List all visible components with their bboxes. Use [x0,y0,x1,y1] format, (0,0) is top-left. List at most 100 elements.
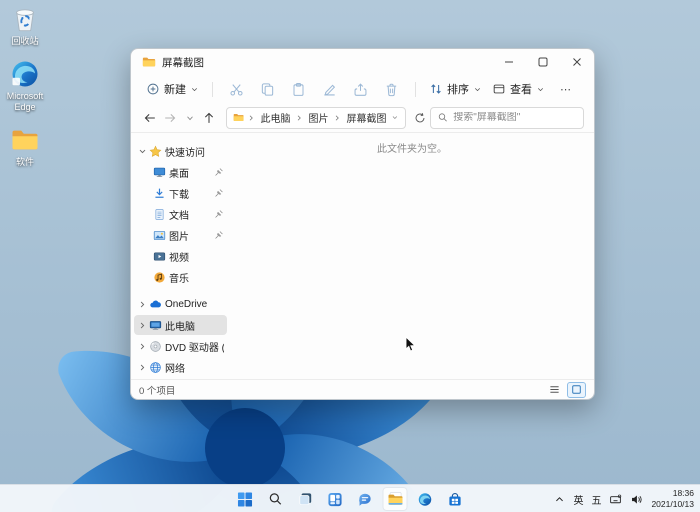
sidebar-item-onedrive[interactable]: OneDrive [134,294,227,314]
taskbar-center-icons [233,487,468,511]
chevron-down-icon [473,85,482,94]
window-body: 快速访问 桌面 下载 文档 [131,133,594,379]
sidebar-item-label: 视频 [169,249,189,264]
sort-arrows-icon [429,82,443,96]
window-controls [492,49,594,75]
recent-locations-button[interactable] [181,107,199,129]
this-pc-icon [149,319,162,332]
pin-icon [214,209,224,219]
search-input[interactable] [453,112,576,123]
task-view-icon[interactable] [293,487,318,511]
details-view-button[interactable] [545,382,564,398]
videos-folder-icon [153,250,166,263]
sidebar-item-label: 快速访问 [165,144,205,159]
copy-icon[interactable] [260,82,275,97]
paste-icon[interactable] [291,82,306,97]
back-button[interactable] [141,107,159,129]
breadcrumb-screenshots[interactable]: 屏幕截图 [344,109,388,126]
close-button[interactable] [560,49,594,75]
chevron-collapsed-icon[interactable] [137,299,148,310]
address-breadcrumb-box[interactable]: 此电脑 图片 屏幕截图 [226,107,406,129]
sidebar-item-network[interactable]: 网络 [134,357,227,377]
ime-mode-indicator[interactable]: 五 [591,492,601,507]
rename-icon[interactable] [322,82,337,97]
sidebar-item-label: 图片 [169,228,189,243]
breadcrumb-separator-icon [295,114,303,122]
edge-icon[interactable] [413,487,438,511]
sidebar-item-documents[interactable]: 文档 [134,204,227,224]
sidebar-item-label: 此电脑 [165,318,195,333]
address-dropdown-icon[interactable] [391,113,399,122]
item-count: 0 个项目 [139,383,175,397]
quick-access-star-icon [149,145,162,158]
desktop-icon-edge[interactable]: Microsoft Edge [2,59,48,112]
maximize-button[interactable] [526,49,560,75]
sidebar-item-music[interactable]: 音乐 [134,267,227,287]
tray-chevron-up-icon[interactable] [554,494,565,505]
sort-button[interactable]: 排序 [424,78,487,100]
clock-time: 18:36 [673,488,694,498]
chevron-expanded-icon[interactable] [137,146,148,157]
sidebar-item-quick-access[interactable]: 快速访问 [134,141,227,161]
sidebar-item-label: OneDrive [165,299,207,310]
network-icon[interactable] [609,493,622,506]
start-icon[interactable] [233,487,258,511]
system-tray: 英 五 18:36 2021/10/13 [554,485,694,512]
view-button-label: 查看 [510,81,532,97]
sidebar-item-label: 音乐 [169,270,189,285]
sidebar-item-label: DVD 驱动器 (D:) C [165,339,224,354]
breadcrumb-separator-icon [333,114,341,122]
clock-date: 2021/10/13 [651,499,694,509]
desktop-icon-recycle-bin[interactable]: 回收站 [2,4,48,46]
search-icon[interactable] [263,487,288,511]
store-icon[interactable] [443,487,468,511]
breadcrumb-this-pc[interactable]: 此电脑 [258,109,292,126]
share-icon[interactable] [353,82,368,97]
network-globe-icon [149,361,162,374]
pictures-folder-icon [153,229,166,242]
sidebar-item-label: 桌面 [169,165,189,180]
view-button[interactable]: 查看 [487,78,550,100]
file-explorer-icon[interactable] [383,487,408,511]
chevron-down-icon [190,85,199,94]
chat-icon[interactable] [353,487,378,511]
desktop-icon-label: 软件 [16,157,34,167]
chevron-collapsed-icon[interactable] [137,341,148,352]
sidebar-item-this-pc[interactable]: 此电脑 [134,315,227,335]
volume-icon[interactable] [630,493,643,506]
chevron-collapsed-icon[interactable] [137,362,148,373]
new-button[interactable]: 新建 [141,78,204,100]
search-box[interactable] [430,107,584,129]
cut-icon[interactable] [229,82,244,97]
widgets-icon[interactable] [323,487,348,511]
recycle-bin-icon [10,4,40,34]
delete-icon[interactable] [384,82,399,97]
large-icons-view-button[interactable] [567,382,586,398]
sidebar-item-dvd-drive[interactable]: DVD 驱动器 (D:) C [134,336,227,356]
more-options-button[interactable]: ⋯ [560,83,572,96]
new-plus-icon [146,82,160,96]
sidebar-item-label: 文档 [169,207,189,222]
refresh-button[interactable] [412,108,428,128]
sidebar-item-downloads[interactable]: 下载 [134,183,227,203]
taskbar-clock[interactable]: 18:36 2021/10/13 [651,488,694,509]
toolbar-divider [415,82,416,97]
breadcrumb-pictures[interactable]: 图片 [306,109,330,126]
desktop: 回收站 Microsoft Edge 软件 屏幕截图 [0,0,700,512]
desktop-icon-label: Microsoft Edge [2,91,48,112]
title-bar[interactable]: 屏幕截图 [131,49,594,75]
empty-folder-message: 此文件夹为空。 [230,140,594,155]
view-toggles [545,382,586,398]
documents-folder-icon [153,208,166,221]
sidebar-item-videos[interactable]: 视频 [134,246,227,266]
breadcrumb-separator-icon [247,114,255,122]
chevron-collapsed-icon[interactable] [137,320,148,331]
ime-language-indicator[interactable]: 英 [573,492,583,507]
sidebar-item-desktop[interactable]: 桌面 [134,162,227,182]
minimize-button[interactable] [492,49,526,75]
file-explorer-window: 屏幕截图 新建 排序 [130,48,595,400]
up-button[interactable] [200,107,218,129]
forward-button[interactable] [161,107,179,129]
desktop-icon-folder[interactable]: 软件 [2,125,48,167]
sidebar-item-pictures[interactable]: 图片 [134,225,227,245]
